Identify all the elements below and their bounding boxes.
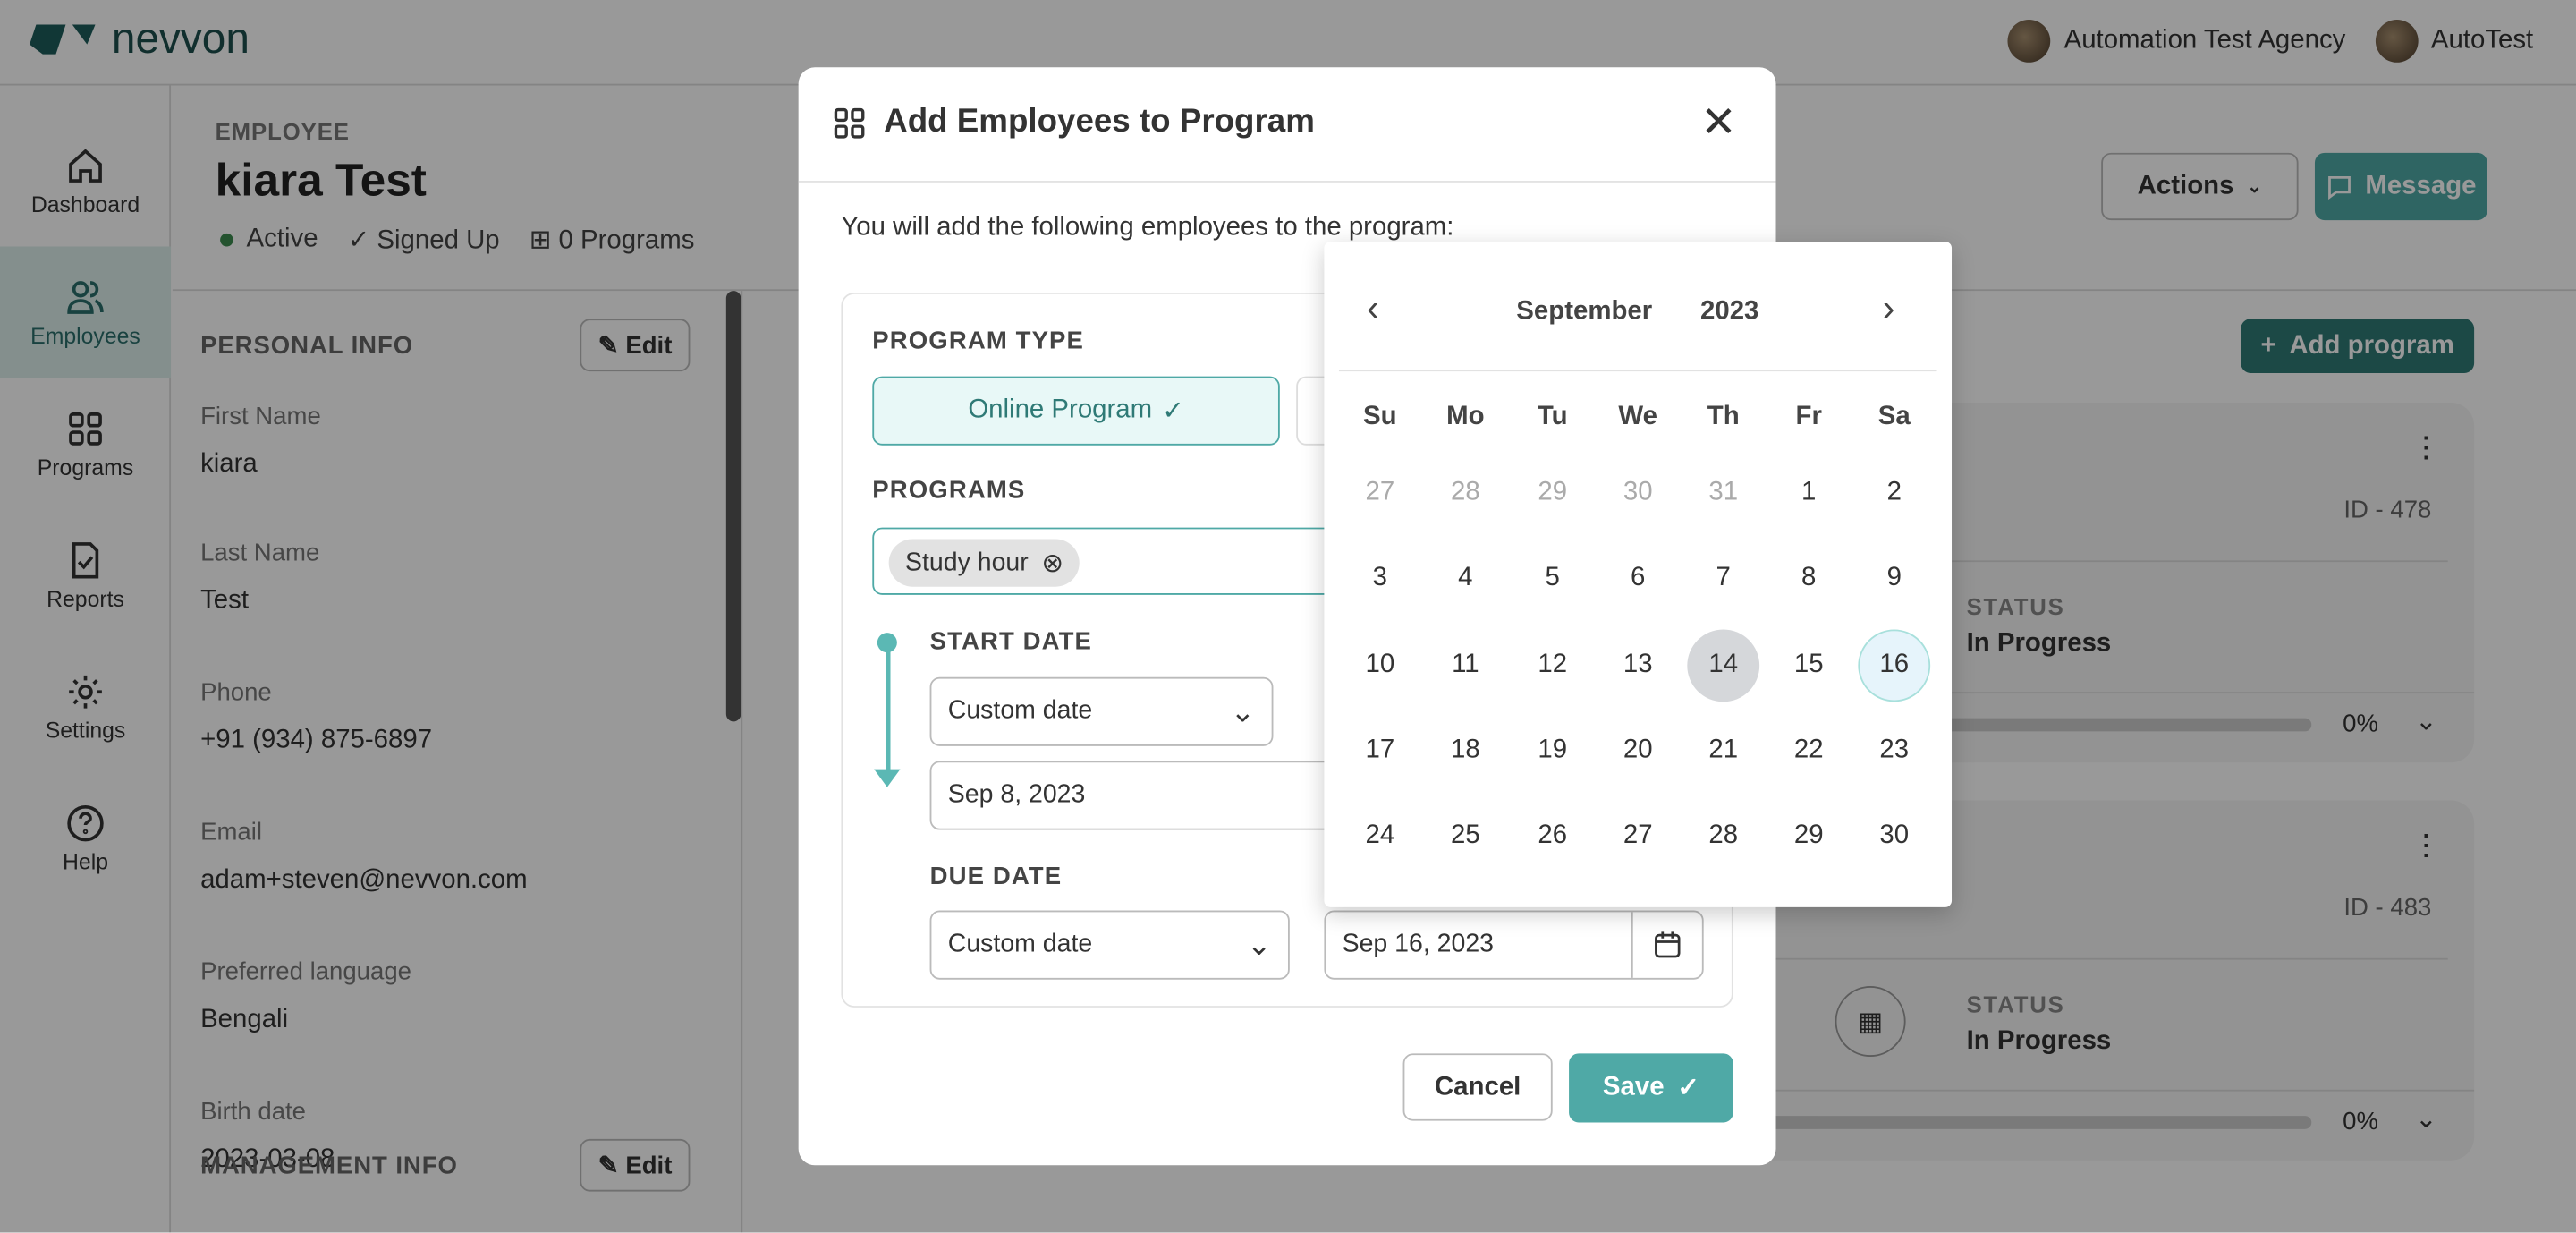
remove-chip-icon[interactable]: ⊗	[1041, 547, 1063, 580]
start-date-mode-select[interactable]: Custom date ⌄	[929, 676, 1274, 746]
calendar-day[interactable]: 3	[1343, 542, 1416, 615]
program-chip: Study hour ⊗	[888, 539, 1080, 587]
calendar-day[interactable]: 8	[1773, 542, 1845, 615]
weekday-label: Fr	[1795, 402, 1822, 431]
check-icon: ✓	[1162, 397, 1184, 426]
date-picker-popup: ‹ September 2023 › Su Mo Tu We Th Fr Sa 27 28 29 3…	[1324, 241, 1953, 907]
calendar-day[interactable]: 12	[1516, 629, 1589, 702]
save-button[interactable]: Save ✓	[1569, 1053, 1733, 1123]
calendar-day[interactable]: 29	[1516, 457, 1589, 530]
calendar-day[interactable]: 25	[1429, 800, 1502, 872]
calendar-day[interactable]: 23	[1858, 715, 1930, 787]
weekday-label: Su	[1363, 402, 1397, 431]
calendar-day[interactable]: 26	[1516, 800, 1589, 872]
calendar-day[interactable]: 5	[1516, 542, 1589, 615]
calendar-day[interactable]: 28	[1687, 800, 1759, 872]
calendar-day[interactable]: 1	[1773, 457, 1845, 530]
programs-label: PROGRAMS	[872, 476, 1026, 505]
calendar-day[interactable]: 28	[1429, 457, 1502, 530]
prev-month-button[interactable]: ‹	[1367, 287, 1378, 330]
modal-title: Add Employees to Program	[884, 103, 1315, 140]
start-date-label: START DATE	[929, 627, 1093, 656]
calendar-day[interactable]: 4	[1429, 542, 1502, 615]
calendar-day[interactable]: 20	[1602, 715, 1674, 787]
calendar-day[interactable]: 13	[1602, 629, 1674, 702]
check-icon: ✓	[1677, 1075, 1699, 1103]
weekday-label: Th	[1707, 402, 1740, 431]
calendar-day[interactable]: 14	[1687, 629, 1760, 702]
weekday-label: Sa	[1877, 402, 1911, 431]
chevron-down-icon: ⌄	[1230, 694, 1256, 727]
calendar-day[interactable]: 18	[1429, 715, 1502, 787]
program-type-label: PROGRAM TYPE	[872, 327, 1085, 355]
weekday-label: We	[1618, 402, 1658, 431]
chevron-down-icon: ⌄	[1246, 927, 1272, 961]
calendar-day[interactable]: 21	[1687, 715, 1759, 787]
calendar-day[interactable]: 17	[1343, 715, 1416, 787]
month-label[interactable]: September	[1516, 297, 1652, 327]
calendar-day[interactable]: 30	[1602, 457, 1674, 530]
due-date-input[interactable]: Sep 16, 2023	[1324, 910, 1704, 980]
modal-intro: You will add the following employees to …	[841, 213, 1454, 242]
cancel-button[interactable]: Cancel	[1402, 1053, 1553, 1121]
calendar-day[interactable]: 16	[1858, 629, 1931, 702]
start-date-input[interactable]: Sep 8, 2023	[929, 761, 1358, 830]
calendar-day[interactable]: 30	[1858, 800, 1930, 872]
calendar-day[interactable]: 7	[1687, 542, 1759, 615]
calendar-day[interactable]: 22	[1773, 715, 1845, 787]
calendar-day[interactable]: 19	[1516, 715, 1589, 787]
due-date-mode-select[interactable]: Custom date ⌄	[929, 910, 1290, 980]
online-program-option[interactable]: Online Program ✓	[872, 376, 1280, 446]
calendar-day[interactable]: 27	[1602, 800, 1674, 872]
grid-icon	[834, 106, 865, 138]
due-date-label: DUE DATE	[929, 863, 1063, 891]
calendar-day[interactable]: 11	[1429, 629, 1502, 702]
calendar-day[interactable]: 6	[1602, 542, 1674, 615]
calendar-day[interactable]: 29	[1773, 800, 1845, 872]
year-label[interactable]: 2023	[1700, 297, 1758, 327]
calendar-day[interactable]: 31	[1687, 457, 1759, 530]
timeline-arrow-icon	[874, 769, 901, 787]
programs-input[interactable]: Study hour ⊗	[872, 527, 1366, 595]
calendar-day[interactable]: 9	[1858, 542, 1930, 615]
next-month-button[interactable]: ›	[1883, 287, 1894, 330]
calendar-day[interactable]: 15	[1773, 629, 1845, 702]
close-icon[interactable]: ✕	[1700, 100, 1736, 143]
calendar-day[interactable]: 24	[1343, 800, 1416, 872]
calendar-day[interactable]: 10	[1343, 629, 1416, 702]
calendar-day[interactable]: 27	[1343, 457, 1416, 530]
calendar-day[interactable]: 2	[1858, 457, 1930, 530]
calendar-icon[interactable]	[1631, 912, 1702, 978]
weekday-label: Tu	[1537, 402, 1568, 431]
weekday-label: Mo	[1446, 402, 1485, 431]
